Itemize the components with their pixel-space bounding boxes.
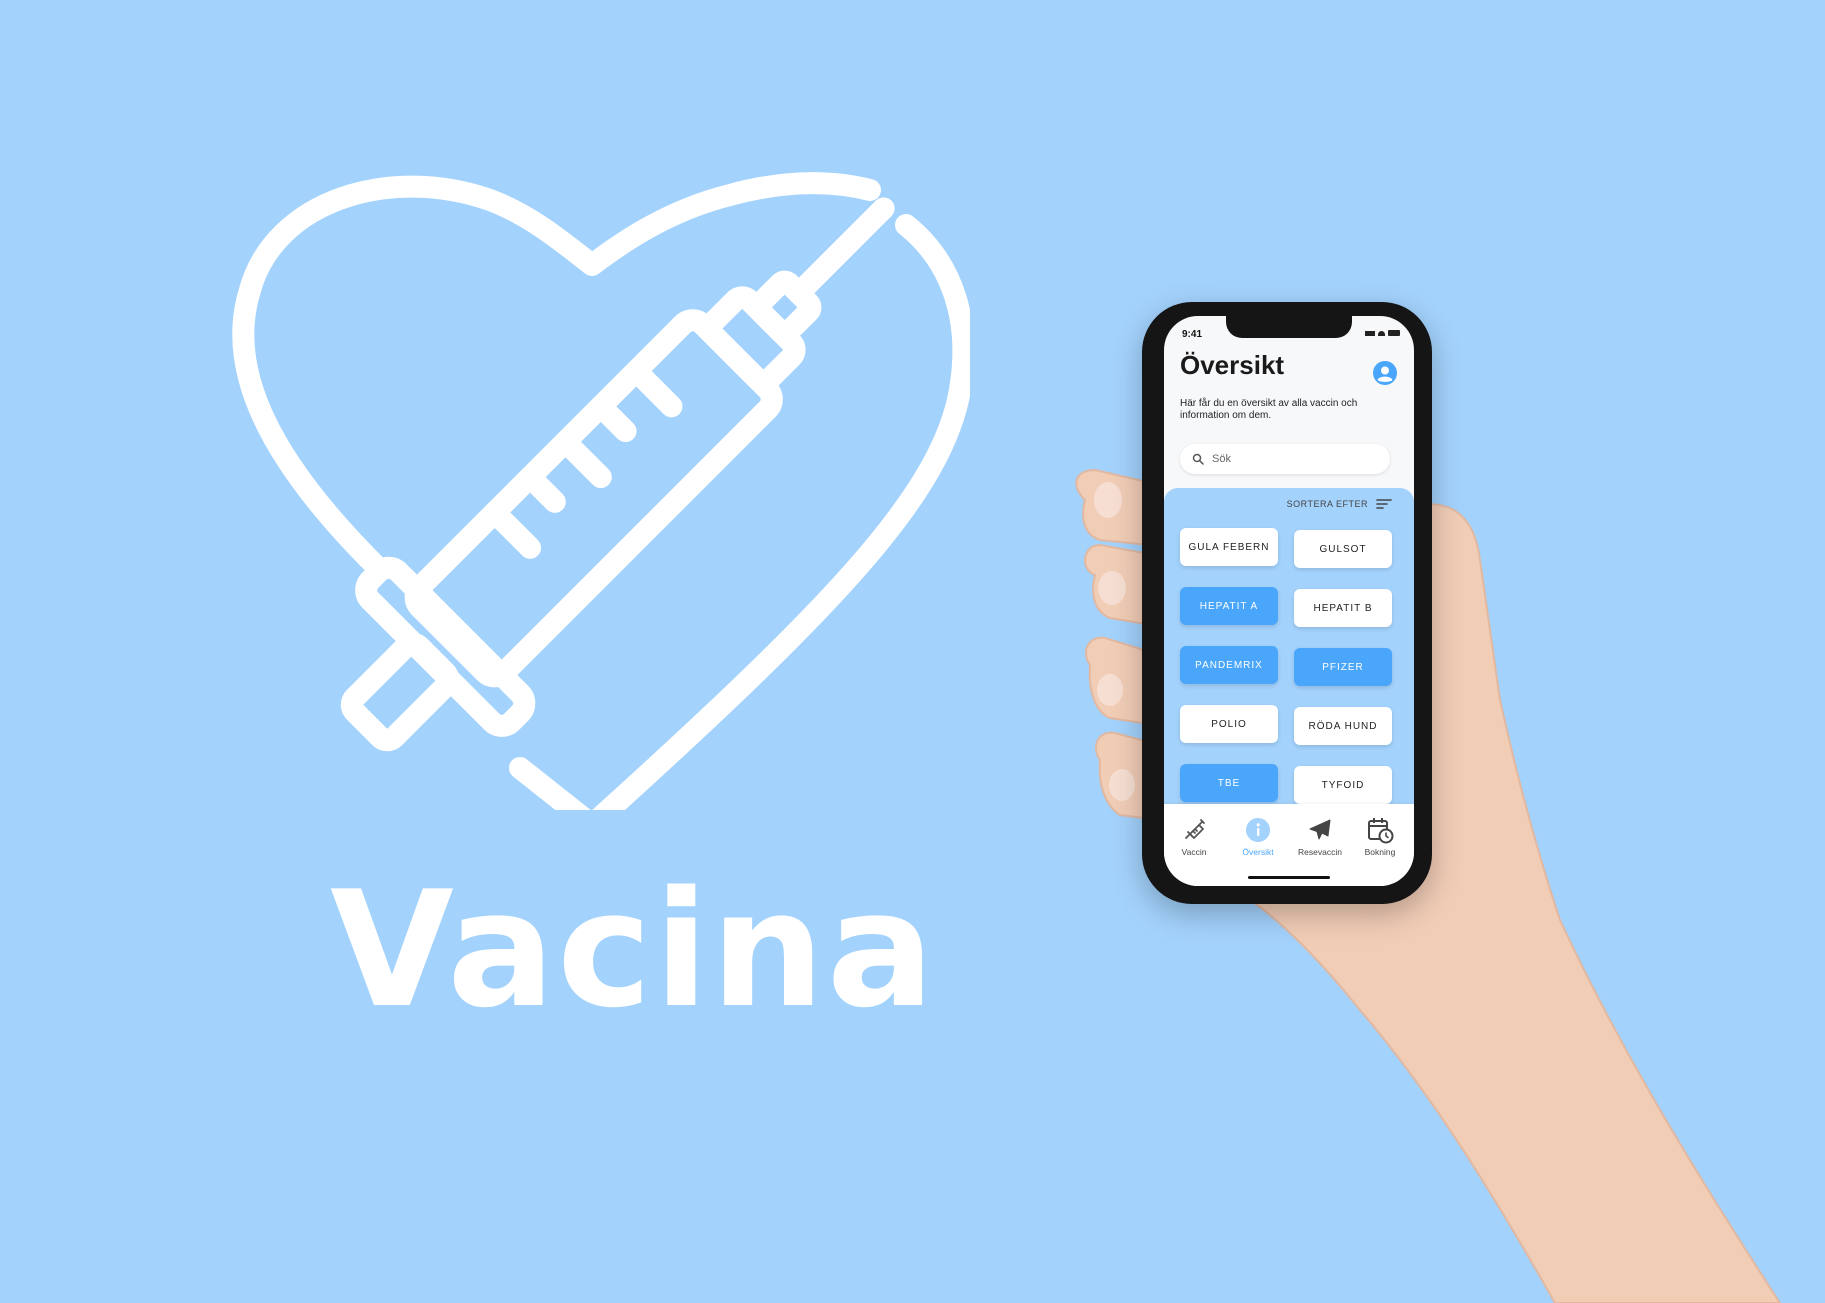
tab-vaccin[interactable]: Vaccin xyxy=(1164,816,1224,857)
sort-control[interactable]: SORTERA EFTER xyxy=(1287,498,1392,510)
status-time: 9:41 xyxy=(1182,329,1203,340)
vaccine-chip[interactable]: POLIO xyxy=(1180,705,1278,743)
heart-syringe-icon xyxy=(232,172,970,810)
vaccine-panel: SORTERA EFTER GULA FEBERN GULSOT HEPATIT… xyxy=(1164,488,1414,818)
vaccine-chip[interactable]: PFIZER xyxy=(1294,648,1392,686)
sort-lines-icon xyxy=(1376,499,1392,509)
search-input[interactable] xyxy=(1210,452,1374,466)
tab-resevaccin[interactable]: Resevaccin xyxy=(1290,816,1350,857)
vaccine-chip[interactable]: HEPATIT B xyxy=(1294,589,1392,627)
search-bar[interactable] xyxy=(1180,444,1390,474)
tab-label: Resevaccin xyxy=(1298,847,1342,857)
airplane-icon xyxy=(1309,819,1331,840)
profile-icon[interactable] xyxy=(1373,361,1397,385)
vaccine-chip[interactable]: HEPATIT A xyxy=(1180,587,1278,625)
search-icon xyxy=(1192,453,1204,465)
calendar-clock-icon xyxy=(1368,818,1394,844)
status-icons xyxy=(1365,330,1400,336)
vaccine-chip[interactable]: TBE xyxy=(1180,764,1278,802)
vaccine-chip[interactable]: RÖDA HUND xyxy=(1294,707,1392,745)
tab-label: Bokning xyxy=(1364,847,1396,857)
vaccine-chip[interactable]: GULA FEBERN xyxy=(1180,528,1278,566)
home-indicator xyxy=(1248,876,1330,879)
tab-label: Översikt xyxy=(1242,847,1274,857)
info-icon xyxy=(1246,818,1270,842)
brand-wordmark: Vacina xyxy=(330,856,937,1043)
sort-label: SORTERA EFTER xyxy=(1286,499,1368,509)
vaccine-chip[interactable]: PANDEMRIX xyxy=(1180,646,1278,684)
phone-notch xyxy=(1226,316,1352,338)
app-screen: 9:41 Översikt Här får du en översikt av … xyxy=(1164,316,1414,886)
tab-oversikt[interactable]: Översikt xyxy=(1228,816,1288,857)
bottom-tab-bar: Vaccin Översikt Resevaccin Bokning xyxy=(1164,804,1414,886)
tab-label: Vaccin xyxy=(1181,847,1207,857)
battery-icon xyxy=(1388,330,1400,336)
page-subtitle: Här får du en översikt av alla vaccin oc… xyxy=(1180,398,1358,421)
page-title: Översikt xyxy=(1180,350,1285,380)
vaccine-chip[interactable]: TYFOID xyxy=(1294,766,1392,804)
wifi-icon xyxy=(1378,330,1385,336)
syringe-icon xyxy=(1185,819,1205,839)
phone-mockup: 9:41 Översikt Här får du en översikt av … xyxy=(1142,302,1432,904)
tab-bokning[interactable]: Bokning xyxy=(1350,816,1410,857)
vaccine-chip[interactable]: GULSOT xyxy=(1294,530,1392,568)
signal-icon xyxy=(1365,330,1375,336)
